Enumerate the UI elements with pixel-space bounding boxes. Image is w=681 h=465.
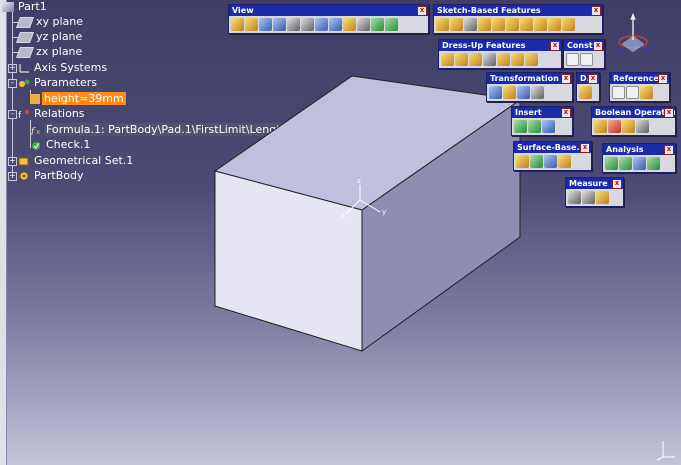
- sew-surface-icon[interactable]: [558, 155, 571, 168]
- toolbar-constraints[interactable]: Const... x: [563, 39, 605, 69]
- toolbar-d[interactable]: D...x: [576, 72, 600, 102]
- close-icon[interactable]: x: [591, 6, 601, 16]
- close-icon[interactable]: x: [561, 74, 571, 84]
- scaling-icon[interactable]: [531, 86, 544, 99]
- constraint-dialog-icon[interactable]: [580, 53, 593, 66]
- toolbar-reference-elements[interactable]: Reference... x: [609, 72, 670, 102]
- define-in-work-object-icon[interactable]: [579, 86, 592, 99]
- axis-label-z: z: [357, 177, 361, 185]
- union-trim-icon[interactable]: [622, 120, 635, 133]
- measure-between-icon[interactable]: [568, 191, 581, 204]
- isometric-view-icon[interactable]: [343, 18, 356, 31]
- hide-show-icon[interactable]: [371, 18, 384, 31]
- surfacic-curvature-icon[interactable]: [647, 157, 660, 170]
- normal-view-icon[interactable]: [315, 18, 328, 31]
- close-icon[interactable]: x: [664, 145, 674, 155]
- close-icon[interactable]: x: [658, 74, 668, 84]
- shell-icon[interactable]: [483, 53, 496, 66]
- toolbar-title: Dress-Up Features: [442, 41, 526, 50]
- thread-icon[interactable]: [511, 53, 524, 66]
- loft-icon[interactable]: [548, 18, 561, 31]
- rib-icon[interactable]: [506, 18, 519, 31]
- insert-body-icon[interactable]: [514, 120, 527, 133]
- toolbar-boolean-operations[interactable]: Boolean Operationsx: [591, 106, 676, 136]
- remove-lump-icon[interactable]: [636, 120, 649, 133]
- thickness-icon[interactable]: [497, 53, 510, 66]
- pan-icon[interactable]: [259, 18, 272, 31]
- part-body-solid[interactable]: [0, 0, 681, 465]
- close-icon[interactable]: x: [550, 41, 560, 51]
- translation-icon[interactable]: [489, 86, 502, 99]
- toolbar-transformation-features[interactable]: Transformation F... x: [486, 72, 573, 102]
- constraint-icon[interactable]: [566, 53, 579, 66]
- close-icon[interactable]: x: [580, 143, 590, 153]
- close-icon[interactable]: x: [593, 41, 603, 51]
- close-icon[interactable]: x: [664, 108, 674, 118]
- insert-ordered-set-icon[interactable]: [542, 120, 555, 133]
- thick-surface-icon[interactable]: [530, 155, 543, 168]
- pocket-icon[interactable]: [450, 18, 463, 31]
- multi-view-icon[interactable]: [329, 18, 342, 31]
- assemble-icon[interactable]: [594, 120, 607, 133]
- measure-item-icon[interactable]: [582, 191, 595, 204]
- close-icon[interactable]: x: [417, 6, 427, 16]
- axis-label-x: x: [341, 212, 346, 220]
- point-icon[interactable]: [612, 86, 625, 99]
- toolbar-title: Transformation F...: [490, 74, 572, 83]
- zoom-in-icon[interactable]: [287, 18, 300, 31]
- hole-icon[interactable]: [492, 18, 505, 31]
- swap-visible-space-icon[interactable]: [385, 18, 398, 31]
- curvature-analysis-icon[interactable]: [619, 157, 632, 170]
- mirror-icon[interactable]: [503, 86, 516, 99]
- toolbar-title: Analysis: [606, 145, 644, 154]
- shading-icon[interactable]: [357, 18, 370, 31]
- plane-icon[interactable]: [640, 86, 653, 99]
- split-icon[interactable]: [516, 155, 529, 168]
- shaft-icon[interactable]: [464, 18, 477, 31]
- toolbar-dress-up-features[interactable]: Dress-Up Features x: [438, 39, 562, 69]
- remove-loft-icon[interactable]: [562, 18, 575, 31]
- insert-geometrical-set-icon[interactable]: [528, 120, 541, 133]
- zoom-out-icon[interactable]: [301, 18, 314, 31]
- edge-fillet-icon[interactable]: [441, 53, 454, 66]
- toolbar-surface-based-features[interactable]: Surface-Base... x: [513, 141, 592, 171]
- toolbar-title: Surface-Base...: [517, 143, 586, 152]
- compass-widget[interactable]: [610, 8, 670, 63]
- toolbar-sketch-based-features[interactable]: Sketch-Based Features x: [433, 4, 603, 34]
- close-icon[interactable]: x: [588, 74, 598, 84]
- draft-analysis-icon[interactable]: [605, 157, 618, 170]
- axis-label-y: y: [382, 208, 387, 216]
- global-axis-triad: [656, 441, 675, 461]
- slot-icon[interactable]: [520, 18, 533, 31]
- close-surface-icon[interactable]: [544, 155, 557, 168]
- remove-face-icon[interactable]: [525, 53, 538, 66]
- fit-all-icon[interactable]: [245, 18, 258, 31]
- toolbar-title: Measure: [569, 179, 608, 188]
- draft-icon[interactable]: [469, 53, 482, 66]
- chamfer-icon[interactable]: [455, 53, 468, 66]
- toolbar-title: Boolean Operations: [595, 108, 675, 117]
- groove-icon[interactable]: [478, 18, 491, 31]
- rotate-icon[interactable]: [273, 18, 286, 31]
- line-icon[interactable]: [626, 86, 639, 99]
- toolbar-title: Insert: [515, 108, 542, 117]
- close-icon[interactable]: x: [561, 108, 571, 118]
- toolbar-insert[interactable]: Insert x: [511, 106, 573, 136]
- toolbar-analysis[interactable]: Analysis x: [602, 143, 676, 173]
- toolbar-view[interactable]: View x: [228, 4, 429, 34]
- toolbar-title: View: [232, 6, 254, 15]
- measure-inertia-icon[interactable]: [596, 191, 609, 204]
- stiffener-icon[interactable]: [534, 18, 547, 31]
- thread-analysis-icon[interactable]: [633, 157, 646, 170]
- add-icon[interactable]: [608, 120, 621, 133]
- toolbar-measure[interactable]: Measure x: [565, 177, 624, 207]
- toolbar-title: Sketch-Based Features: [437, 6, 541, 15]
- close-icon[interactable]: x: [612, 179, 622, 189]
- pad-icon[interactable]: [436, 18, 449, 31]
- fly-mode-icon[interactable]: [231, 18, 244, 31]
- rectangular-pattern-icon[interactable]: [517, 86, 530, 99]
